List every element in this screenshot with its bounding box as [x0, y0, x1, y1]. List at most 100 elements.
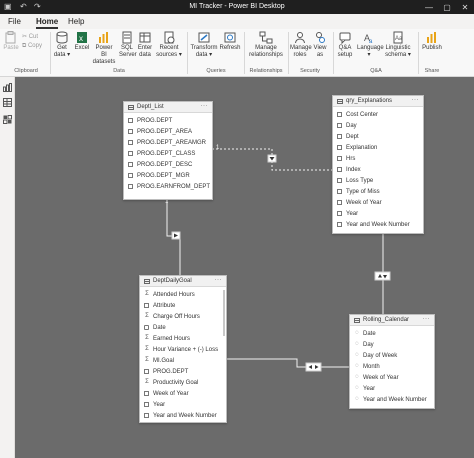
title-bar: ▣ ↶ ↷ MI Tracker - Power BI Desktop — ▢ … — [0, 0, 474, 14]
field-row[interactable]: Index — [333, 164, 423, 175]
field-row[interactable]: Σ Earned Hours — [140, 333, 226, 344]
maximize-icon[interactable]: ▢ — [438, 0, 456, 14]
field-row[interactable]: Year and Week Number — [140, 410, 226, 421]
more-options-icon[interactable]: ··· — [423, 316, 431, 322]
model-canvas[interactable]: 1 1 Deptl_List ··· PROG.DEPT PROG.DEPT_A… — [15, 77, 474, 458]
ribbon-separator — [244, 32, 245, 74]
ribbon-separator — [418, 32, 419, 74]
enter-data-button[interactable]: Enter data — [137, 31, 153, 59]
view-as-icon — [316, 32, 325, 43]
tab-home[interactable]: Home — [36, 17, 59, 29]
svg-text:Aa: Aa — [395, 36, 403, 42]
close-icon[interactable]: ✕ — [456, 0, 474, 14]
field-row[interactable]: Dept — [333, 131, 423, 142]
model-view-icon[interactable] — [3, 115, 12, 124]
scrollbar[interactable] — [223, 290, 225, 336]
field-row[interactable]: Cost Center — [333, 109, 423, 120]
field-row[interactable]: Hrs — [333, 153, 423, 164]
table-header[interactable]: qry_Explanations ··· — [333, 96, 423, 107]
field-row[interactable]: Type of Miss — [333, 186, 423, 197]
field-row[interactable]: PROG.DEPT_DESC — [124, 159, 212, 170]
text-field-icon — [337, 123, 342, 128]
field-row[interactable]: Σ Hour Variance + (-) Loss — [140, 344, 226, 355]
field-row[interactable]: Attribute — [140, 300, 226, 311]
field-row[interactable]: Loss Type — [333, 175, 423, 186]
sql-server-button[interactable]: SQL Server — [119, 31, 137, 59]
publish-button[interactable]: Publish — [421, 31, 443, 52]
table-card-dept-daily-goal[interactable]: DeptDailyGoal ··· Σ Attended Hours Attrib… — [139, 275, 227, 423]
get-data-button[interactable]: Get data ▾ — [53, 31, 71, 59]
field-row[interactable]: Explanation — [333, 142, 423, 153]
field-row[interactable]: Σ Productivity Goal — [140, 377, 226, 388]
powerbi-datasets-button[interactable]: Power BI datasets — [92, 31, 116, 66]
field-row[interactable]: PROG.DEPT_MGR — [124, 170, 212, 181]
field-row[interactable]: ◌ Year and Week Number — [350, 394, 434, 405]
table-header[interactable]: Deptl_List ··· — [124, 102, 212, 113]
field-row[interactable]: Σ Charge Off Hours — [140, 311, 226, 322]
field-row[interactable]: ◌ Month — [350, 361, 434, 372]
field-row[interactable]: PROG.DEPT_CLASS — [124, 148, 212, 159]
table-card-qry-explanations[interactable]: qry_Explanations ··· Cost Center Day Dep… — [332, 95, 424, 234]
refresh-button[interactable]: Refresh — [219, 31, 241, 52]
field-row[interactable]: Date — [140, 322, 226, 333]
minimize-icon[interactable]: — — [420, 0, 438, 14]
table-name: qry_Explanations — [346, 98, 393, 104]
copy-button[interactable]: ⧉ Copy — [22, 43, 42, 50]
field-row[interactable]: ◌ Week of Year — [350, 372, 434, 383]
more-options-icon[interactable]: ··· — [412, 97, 420, 103]
more-options-icon[interactable]: ··· — [201, 103, 209, 109]
text-field-icon — [128, 162, 133, 167]
field-row[interactable]: ◌ Year — [350, 383, 434, 394]
field-row[interactable]: PROG.DEPT — [124, 115, 212, 126]
view-as-button[interactable]: View as — [312, 31, 328, 59]
excel-button[interactable]: x Excel — [74, 31, 90, 52]
field-row[interactable]: Σ Attended Hours — [140, 289, 226, 300]
field-row[interactable]: Week of Year — [333, 197, 423, 208]
table-card-deptl-list[interactable]: Deptl_List ··· PROG.DEPT PROG.DEPT_AREA … — [123, 101, 213, 200]
tab-help[interactable]: Help — [68, 17, 84, 26]
text-field-icon — [337, 112, 342, 117]
eye-hidden-icon: ◌ — [355, 341, 359, 347]
field-row[interactable]: Week of Year — [140, 388, 226, 399]
transform-data-button[interactable]: Transform data ▾ — [190, 31, 218, 59]
manage-relationships-button[interactable]: Manage relationships — [247, 31, 285, 59]
field-row[interactable]: ◌ Day — [350, 339, 434, 350]
field-row[interactable]: PROG.DEPT_AREA — [124, 126, 212, 137]
text-field-icon — [337, 134, 342, 139]
recent-sources-button[interactable]: Recent sources ▾ — [156, 31, 182, 59]
table-header[interactable]: Rolling_Calendar ··· — [350, 315, 434, 326]
field-row[interactable]: PROG.EARNFROM_DEPT — [124, 181, 212, 192]
qa-setup-button[interactable]: Q&A setup — [336, 31, 354, 59]
field-row[interactable]: PROG.DEPT — [140, 366, 226, 377]
table-header[interactable]: DeptDailyGoal ··· — [140, 276, 226, 287]
text-field-icon — [144, 369, 149, 374]
linguistic-schema-button[interactable]: Aa Linguistic schema ▾ — [383, 31, 413, 59]
field-row[interactable]: Year and Week Number — [333, 219, 423, 230]
field-row[interactable]: ◌ Date — [350, 328, 434, 339]
text-field-icon — [128, 184, 133, 189]
paste-button[interactable]: Paste — [3, 31, 19, 52]
language-button[interactable]: Aa Language ▾ — [357, 31, 384, 59]
eye-hidden-icon: ◌ — [355, 352, 359, 358]
field-row[interactable]: Year — [333, 208, 423, 219]
more-options-icon[interactable]: ··· — [215, 277, 223, 283]
tab-file[interactable]: File — [8, 17, 21, 26]
field-row[interactable]: ◌ Day of Week — [350, 350, 434, 361]
relationships-icon — [259, 31, 273, 44]
text-field-icon — [337, 211, 342, 216]
field-row[interactable]: PROG.DEPT_AREAMGR — [124, 137, 212, 148]
table-card-rolling-calendar[interactable]: Rolling_Calendar ··· ◌ Date ◌ Day ◌ Day of … — [349, 314, 435, 409]
text-field-icon — [337, 178, 342, 183]
data-view-icon[interactable] — [3, 98, 12, 107]
text-field-icon — [144, 391, 149, 396]
field-row[interactable]: Day — [333, 120, 423, 131]
ribbon-separator — [333, 32, 334, 74]
table-name: Deptl_List — [137, 104, 164, 110]
manage-roles-button[interactable]: Manage roles — [290, 31, 312, 59]
group-label-share: Share — [424, 68, 440, 74]
field-row[interactable]: Year — [140, 399, 226, 410]
field-row[interactable]: Σ MI.Goal — [140, 355, 226, 366]
svg-text:x: x — [79, 34, 83, 43]
cut-button[interactable]: ✂ Cut — [22, 33, 38, 40]
report-view-icon[interactable] — [3, 83, 12, 92]
